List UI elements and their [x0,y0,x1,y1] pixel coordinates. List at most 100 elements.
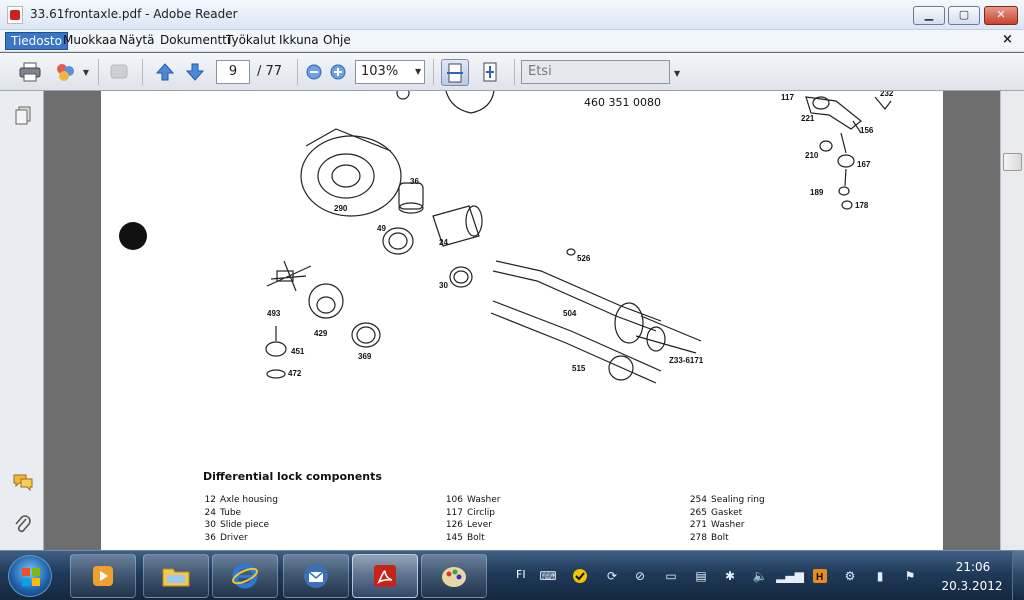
diagram-label: 117 [781,93,794,102]
bluetooth-icon[interactable]: ✱ [721,567,739,585]
norton-icon[interactable] [571,567,589,585]
share-dropdown-icon[interactable]: ▼ [80,59,92,85]
parts-list-column: 254 Sealing ring 265 Gasket 271 Washer 278 B… [685,494,765,544]
title-bar: 33.61frontaxle.pdf - Adobe Reader ▁ ▢ ✕ [0,0,1024,30]
exploded-diagram: 36 290 49 24 526 30 493 429 504 451 369 … [119,91,894,384]
diagram-label: 189 [810,188,824,197]
parts-list-item: 265 Gasket [689,507,743,518]
window-title: 33.61frontaxle.pdf - Adobe Reader [30,7,238,21]
svg-text:H: H [816,572,823,583]
diagram-label: 36 [410,177,419,186]
close-document-icon[interactable]: × [1002,32,1013,47]
file-explorer-icon[interactable] [143,554,209,598]
attachments-icon[interactable] [12,514,34,536]
diagram-label: 369 [358,352,372,361]
internet-explorer-icon[interactable] [212,554,278,598]
start-button[interactable] [8,555,52,597]
toolbar: ▼ 9 / 77 103% ▼ Etsi ▼ [0,53,1024,91]
zoom-in-icon[interactable] [324,59,352,85]
collaborate-icon[interactable] [106,59,134,85]
diagram-label: 515 [572,364,586,373]
adobe-reader-icon[interactable] [352,554,418,598]
page-number-input[interactable]: 9 [216,60,250,84]
page-total: / 77 [257,64,283,79]
monitor-icon[interactable]: ▭ [662,567,680,585]
toolbar-separator [142,59,143,85]
parts-list-item: 106 Washer [445,495,501,505]
taskbar: FI ⌨ ⟳ ⊘ ▭ ▤ ✱ 🔈 ▂▄▆ H ⚙ ▮ ⚑ 21:06 20.3.… [0,550,1024,600]
previous-page-icon[interactable] [151,59,179,85]
next-page-icon[interactable] [181,59,209,85]
parts-list-item: 12 Axle housing [204,495,278,505]
utility-icon[interactable]: H [811,567,829,585]
parts-list-item: 36 Driver [204,532,248,543]
menu-window[interactable]: Ikkuna [274,32,324,50]
page-thumbnails-icon[interactable] [12,105,34,127]
diagram-label: 49 [377,224,386,233]
clock-time[interactable]: 21:06 [948,560,998,574]
parts-list-column: 106 Washer 117 Circlip 126 Lever 145 Bolt [441,494,501,544]
network-icon[interactable]: ⚙ [841,567,859,585]
diagram-label: 221 [801,114,815,123]
parts-list-item: 254 Sealing ring [689,495,765,505]
paint-icon[interactable] [421,554,487,598]
parts-list-item: 145 Bolt [445,532,485,543]
vertical-scrollbar[interactable] [1000,91,1024,550]
volume-icon[interactable]: 🔈 [751,567,769,585]
search-dropdown-icon[interactable]: ▼ [674,69,680,78]
diagram-label: 167 [857,160,871,169]
pdf-page: 460 351 0080 36 290 49 24 526 30 493 429… [101,91,943,550]
menu-bar: Tiedosto Muokkaa Näytä Dokumentti Työkal… [0,30,1024,52]
menu-tools[interactable]: Työkalut [221,32,281,50]
zoom-dropdown-icon[interactable]: ▼ [415,67,421,76]
parts-list-item: 271 Washer [689,520,745,530]
language-indicator[interactable]: FI [516,568,526,581]
toolbar-separator [433,59,434,85]
parts-list-item: 24 Tube [204,507,242,518]
diagram-label: 429 [314,329,328,338]
action-center-flag-icon[interactable]: ⚑ [901,567,919,585]
diagram-label: 178 [855,201,869,210]
diagram-label: 30 [439,281,448,290]
menu-help[interactable]: Ohje [318,32,356,50]
section-heading: Differential lock components [203,470,382,483]
minimize-button[interactable]: ▁ [913,6,945,25]
fit-width-icon[interactable] [441,59,469,86]
signal-strength-icon[interactable]: ▂▄▆ [776,567,804,585]
toolbar-separator [98,59,99,85]
diagram-label: 451 [291,347,305,356]
close-button[interactable]: ✕ [984,6,1018,25]
search-input[interactable]: Etsi [521,60,670,84]
diagram-label: 493 [267,309,281,318]
diagram-label: 472 [288,369,302,378]
show-desktop-button[interactable] [1012,551,1024,600]
windows-logo-icon [22,568,40,586]
diagram-label: 156 [860,126,874,135]
thunderbird-icon[interactable] [283,554,349,598]
parts-list-item: 126 Lever [445,520,492,530]
network-share-icon[interactable]: ▤ [692,567,710,585]
diagram-label: 24 [439,238,448,247]
parts-list-item: 30 Slide piece [204,520,270,530]
diagram-label: 232 [880,91,894,98]
battery-icon[interactable]: ▮ [871,567,889,585]
menu-view[interactable]: Näytä [114,32,160,50]
toolbar-separator [514,59,515,85]
keyboard-icon[interactable]: ⌨ [539,567,557,585]
maximize-button[interactable]: ▢ [948,6,980,25]
clock-date[interactable]: 20.3.2012 [936,579,1008,593]
document-area[interactable]: 460 351 0080 36 290 49 24 526 30 493 429… [44,91,1000,550]
media-player-icon[interactable] [70,554,136,598]
diagram-label: 210 [805,151,819,160]
print-icon[interactable] [16,59,44,85]
comments-icon[interactable] [12,471,34,493]
menu-edit[interactable]: Muokkaa [58,32,122,50]
share-icon[interactable] [52,59,80,85]
toolbar-separator [297,59,298,85]
fit-page-icon[interactable] [476,59,504,85]
scrollbar-thumb[interactable] [1003,153,1022,171]
parts-list-column: 12 Axle housing 24 Tube 30 Slide piece 36 Dr… [201,494,278,544]
parts-list-item: 278 Bolt [689,532,729,543]
sync-icon[interactable]: ⟳ [603,567,621,585]
blocked-app-icon[interactable]: ⊘ [631,567,649,585]
